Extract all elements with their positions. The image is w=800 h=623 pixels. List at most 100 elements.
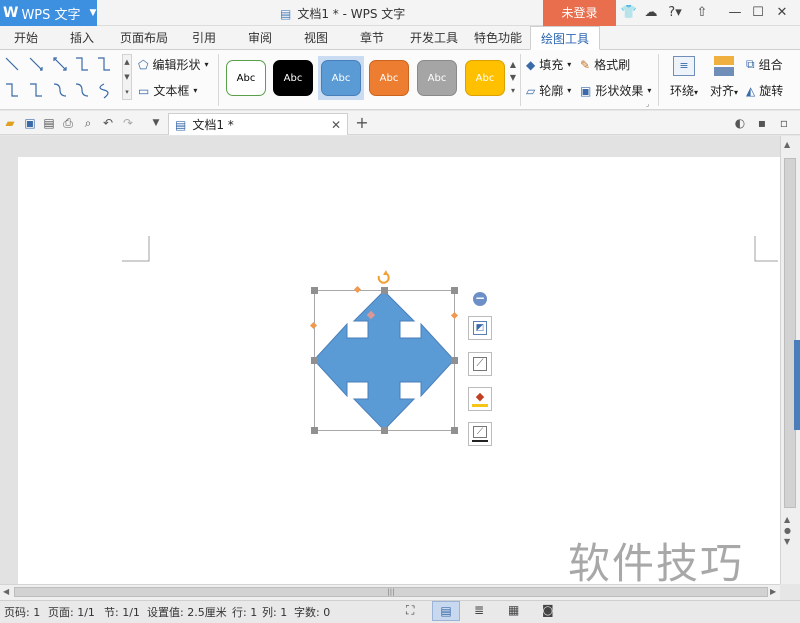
shape-style-5[interactable]: Abc — [414, 56, 460, 100]
scroll-page-icons[interactable]: ▲ ● ▼ — [784, 514, 791, 547]
tab-start[interactable]: 开始 — [6, 26, 46, 50]
edit-shape-icon: ⟋ — [473, 357, 487, 371]
skin-icon[interactable]: 👕 — [620, 4, 638, 22]
margin-mark-right — [754, 236, 778, 262]
wrap-button[interactable]: ≡ 环绕▾ — [668, 56, 700, 99]
upload-icon[interactable]: ⇧ — [693, 4, 711, 22]
tab-review[interactable]: 审阅 — [240, 26, 280, 50]
redo-icon[interactable]: ↷ — [120, 115, 136, 131]
tab-references[interactable]: 引用 — [184, 26, 224, 50]
open-folder-icon[interactable]: ▰ — [2, 115, 18, 131]
shape-style-2-swatch: Abc — [273, 60, 313, 96]
document-tab[interactable]: ▤ 文档1 * ✕ — [168, 113, 348, 135]
ribbon-separator — [658, 54, 659, 106]
tab-special[interactable]: 特色功能 — [470, 26, 526, 50]
shape-style-5-swatch: Abc — [417, 60, 457, 96]
watermark-text: 软件技巧 — [568, 539, 745, 588]
rotate-handle[interactable] — [377, 270, 390, 284]
tab-page-layout[interactable]: 页面布局 — [116, 26, 172, 50]
layout-options-button[interactable]: ◩ — [468, 316, 492, 340]
toolbar-icon-a[interactable]: ◐ — [732, 115, 748, 131]
print-preview-icon[interactable]: ⌕ — [80, 115, 96, 131]
shape-style-1-swatch: Abc — [226, 60, 266, 96]
close-icon[interactable]: ✕ — [773, 4, 791, 22]
edit-shape-button[interactable]: ⬠ 编辑形状 ▾ — [138, 56, 208, 73]
web-view-icon[interactable]: ▦ — [508, 603, 519, 617]
outline-button[interactable]: ▱ 轮廓 ▾ — [526, 82, 571, 99]
status-section[interactable]: 节: 1/1 — [104, 604, 140, 620]
line-shapes-gallery[interactable] — [4, 54, 120, 102]
new-tab-icon[interactable]: + — [354, 115, 370, 131]
status-pages[interactable]: 页面: 1/1 — [48, 604, 95, 620]
shape-style-2[interactable]: Abc — [270, 56, 316, 100]
status-setting-value[interactable]: 设置值: 2.5厘米 — [147, 604, 227, 620]
help-icon[interactable]: ?▾ — [664, 4, 686, 22]
outline-float-button[interactable]: ⟋ — [468, 422, 492, 446]
scroll-right-icon[interactable]: ▶ — [770, 587, 776, 596]
fullscreen-icon[interactable]: ⛶ — [406, 603, 414, 618]
ribbon-separator — [520, 54, 521, 106]
undo-icon[interactable]: ↶ — [100, 115, 116, 131]
status-page-number[interactable]: 页码: 1 — [4, 604, 40, 620]
export-icon[interactable]: ▤ — [41, 115, 57, 131]
shape-style-3-swatch: Abc — [321, 60, 361, 96]
fill-bucket-icon: ◆ — [475, 390, 485, 403]
shape-style-1[interactable]: Abc — [223, 56, 269, 100]
save-icon[interactable]: ▣ — [22, 115, 38, 131]
shape-style-float-button[interactable]: ⟋ — [468, 352, 492, 376]
ribbon-separator — [218, 54, 219, 106]
toolbar-icon-c[interactable]: ▫ — [776, 115, 792, 131]
customize-chevron-icon[interactable]: ▼ — [148, 115, 164, 131]
fill-button[interactable]: ◆ 填充 ▾ — [526, 56, 571, 73]
maximize-icon[interactable]: ☐ — [749, 4, 767, 22]
shape-effect-button[interactable]: ▣ 形状效果 ▾ — [580, 82, 651, 99]
tab-insert[interactable]: 插入 — [62, 26, 102, 50]
outline-view-icon[interactable]: ≣ — [474, 603, 484, 617]
four-way-arrow-shape[interactable] — [313, 290, 455, 431]
tab-drawing-tools[interactable]: 绘图工具 — [530, 26, 600, 50]
tab-view[interactable]: 视图 — [296, 26, 336, 50]
window-title: ▤ 文档1 * - WPS 文字 — [280, 5, 405, 22]
shape-style-4[interactable]: Abc — [366, 56, 412, 100]
page-view-icon[interactable]: ▤ — [432, 601, 460, 621]
rotate-button[interactable]: ◭ 旋转 — [746, 82, 783, 99]
wps-logo-icon: W — [3, 5, 19, 21]
textbox-icon: ▭ — [138, 83, 150, 98]
group-icon: ⧉ — [746, 57, 755, 71]
minimize-icon[interactable]: — — [726, 4, 744, 22]
shape-style-3[interactable]: Abc — [318, 56, 364, 100]
style-gallery-scroll[interactable]: ▲ ▼ ▾ — [508, 58, 518, 98]
status-row[interactable]: 行: 1 — [232, 604, 257, 620]
tab-developer[interactable]: 开发工具 — [406, 26, 462, 50]
fill-float-button[interactable]: ◆ — [468, 387, 492, 411]
document-icon: ▤ — [280, 6, 292, 21]
document-tab-label: 文档1 * — [192, 118, 234, 132]
toolbar-icon-b[interactable]: ▪ — [754, 115, 770, 131]
side-panel-tab[interactable] — [794, 340, 800, 430]
scroll-up-icon[interactable]: ▲ — [784, 140, 790, 149]
tab-chapter[interactable]: 章节 — [352, 26, 392, 50]
gallery-scroll[interactable]: ▲ ▼ ▾ — [122, 54, 132, 100]
align-button[interactable]: 对齐▾ — [706, 56, 742, 99]
textbox-button[interactable]: ▭ 文本框 ▾ — [138, 82, 197, 99]
group-button[interactable]: ⧉ 组合 — [746, 56, 783, 73]
login-button[interactable]: 未登录 — [543, 0, 616, 26]
format-painter-button[interactable]: ✎ 格式刷 — [580, 56, 630, 73]
close-tab-icon[interactable]: ✕ — [331, 118, 341, 132]
reading-view-icon[interactable]: ◙ — [542, 603, 554, 617]
shape-style-4-swatch: Abc — [369, 60, 409, 96]
print-icon[interactable]: ⎙ — [60, 115, 76, 131]
margin-mark-left — [122, 236, 150, 262]
status-word-count[interactable]: 字数: 0 — [294, 604, 330, 620]
shape-style-6-swatch: Abc — [465, 60, 505, 96]
selected-shape-area[interactable] — [300, 262, 470, 442]
scroll-left-icon[interactable]: ◀ — [3, 587, 9, 596]
app-menu-button[interactable]: W WPS 文字 ▼ — [0, 0, 97, 26]
brush-icon: ✎ — [580, 57, 591, 72]
chat-icon[interactable]: ☁ — [642, 4, 660, 22]
scroll-thumb[interactable] — [784, 158, 796, 508]
collapse-icon[interactable]: − — [473, 292, 487, 306]
dialog-launcher-icon[interactable]: ⌟ — [646, 100, 649, 108]
shape-style-6[interactable]: Abc — [462, 56, 508, 100]
status-column[interactable]: 列: 1 — [262, 604, 287, 620]
